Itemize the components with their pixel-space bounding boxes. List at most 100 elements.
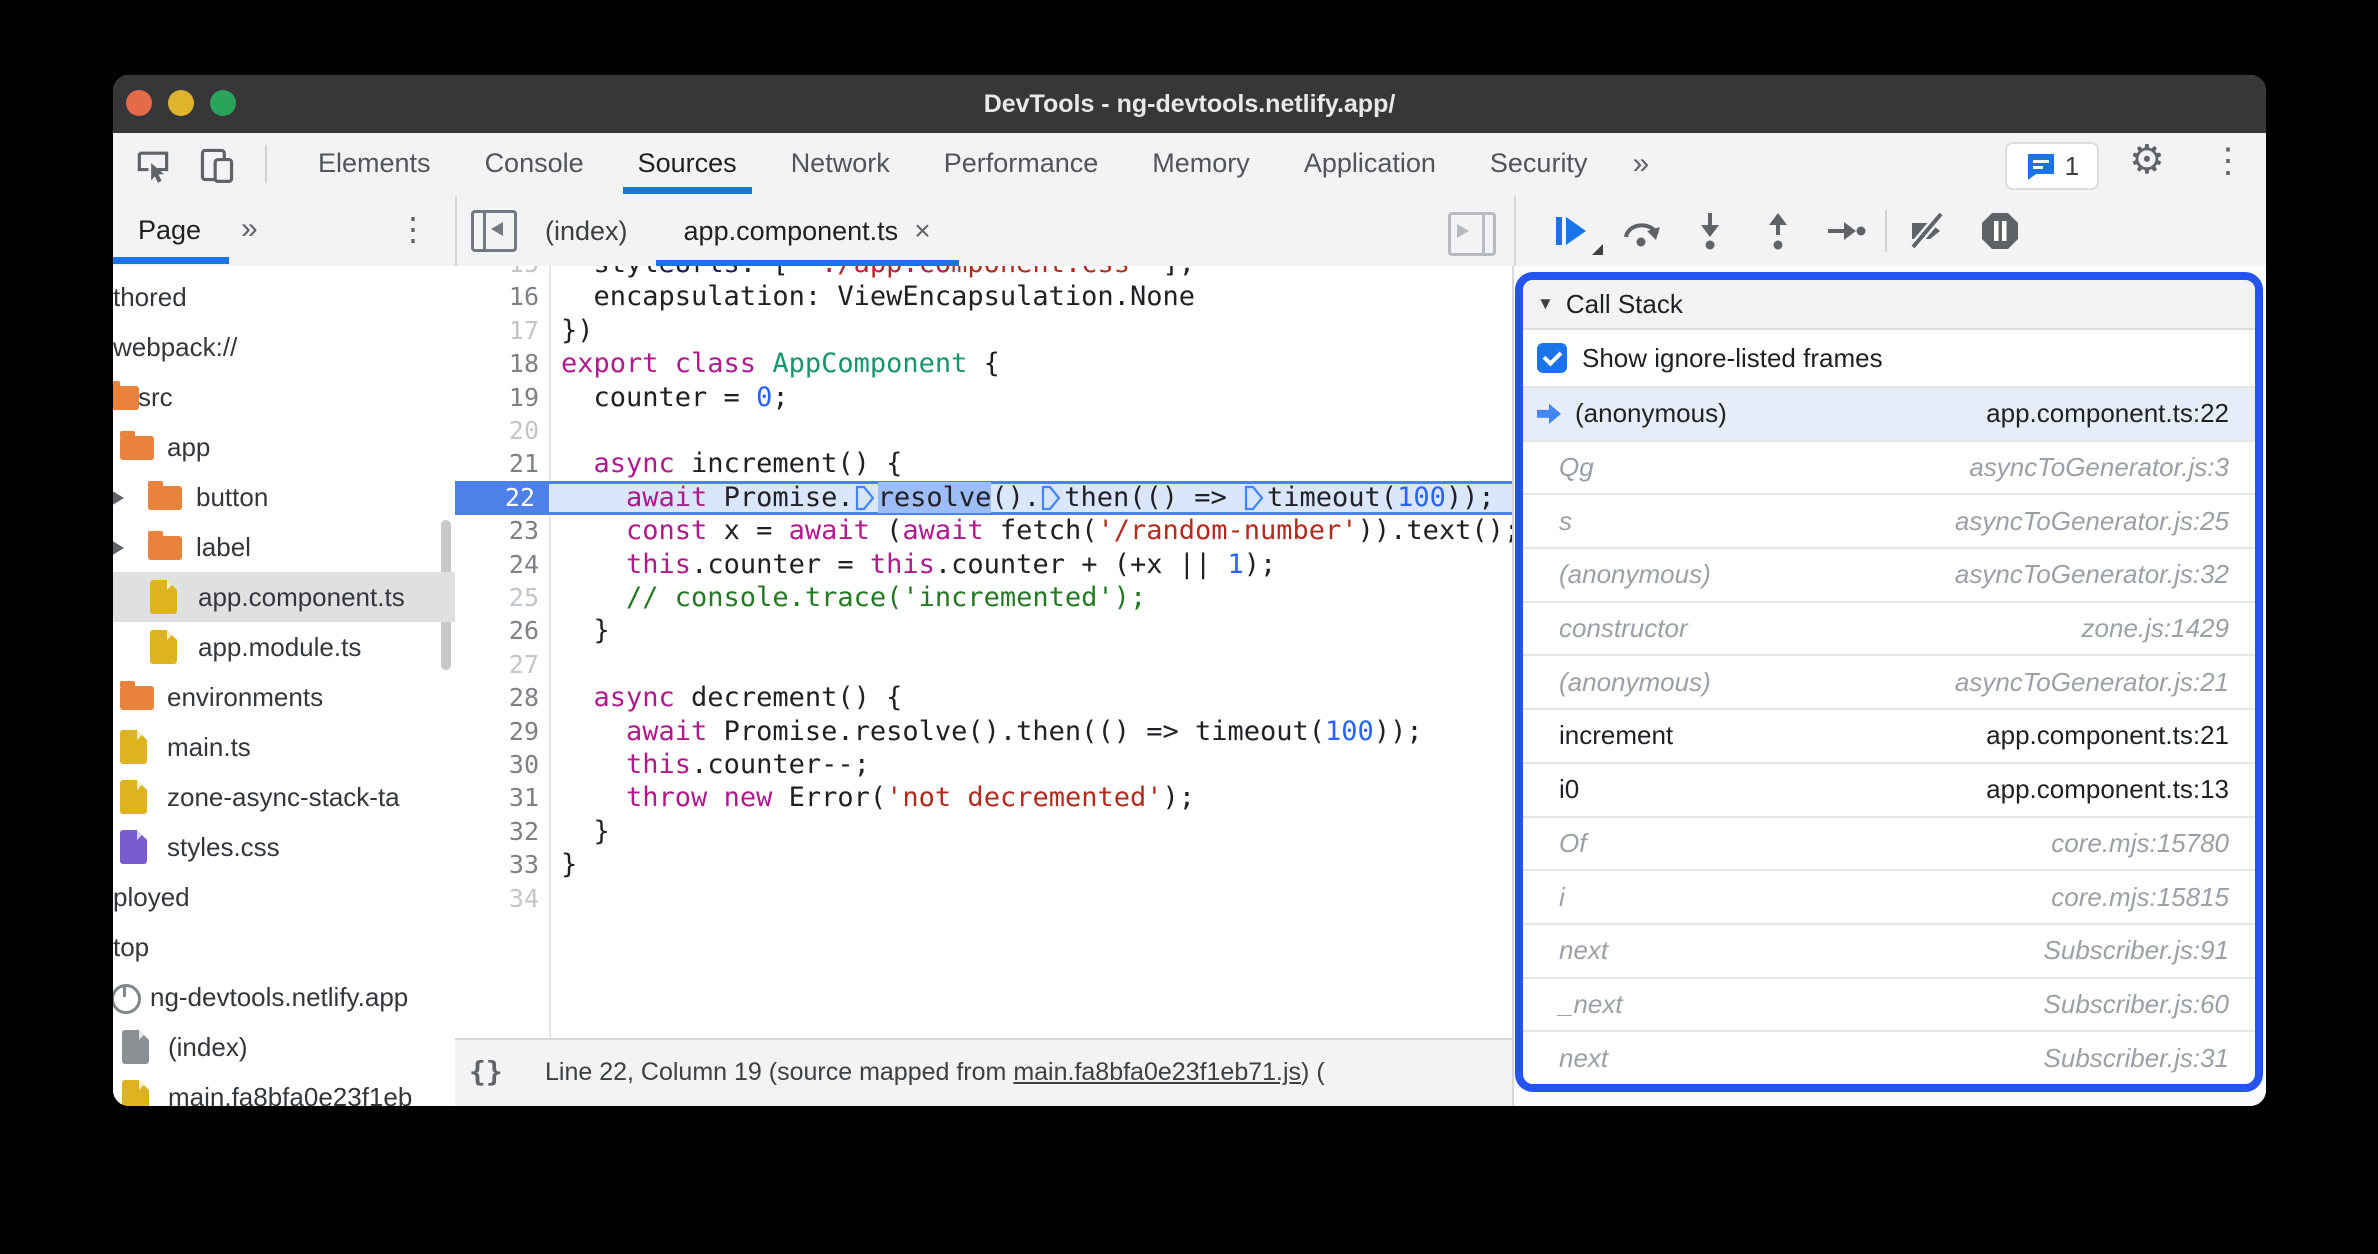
pause-on-exceptions-icon[interactable] xyxy=(1978,209,2022,253)
stack-frame[interactable]: i core.mjs:15815 xyxy=(1523,871,2255,925)
tree-item-ngdevtools.netlify.app[interactable]: ng-devtools.netlify.app xyxy=(113,972,455,1022)
settings-gear-icon[interactable]: ⚙ xyxy=(2129,137,2165,183)
line-number[interactable]: 29 xyxy=(455,715,539,749)
resume-script-icon[interactable] xyxy=(1548,209,1592,253)
tree-item-main.fa8bfa0e23f1eb[interactable]: main.fa8bfa0e23f1eb xyxy=(113,1072,455,1106)
tab-sources[interactable]: Sources xyxy=(611,133,764,194)
frame-location[interactable]: app.component.ts:22 xyxy=(1986,398,2229,429)
tree-item-index[interactable]: (index) xyxy=(113,1022,455,1072)
close-tab-icon[interactable]: × xyxy=(914,215,930,246)
line-number[interactable]: 18 xyxy=(455,347,539,381)
deactivate-breakpoints-icon[interactable] xyxy=(1906,209,1950,253)
tree-item-app[interactable]: app xyxy=(113,422,455,472)
more-panels-icon[interactable]: » xyxy=(1632,133,1649,196)
line-number[interactable]: 20 xyxy=(455,414,539,448)
tree-item-zoneasyncstackta[interactable]: zone-async-stack-ta xyxy=(113,772,455,822)
line-number[interactable]: 21 xyxy=(455,447,539,481)
step-icon[interactable] xyxy=(1824,209,1868,253)
stack-frame[interactable]: Of core.mjs:15780 xyxy=(1523,818,2255,872)
frame-location[interactable]: app.component.ts:21 xyxy=(1986,720,2229,751)
async-step-marker-icon[interactable] xyxy=(1244,485,1264,517)
line-number[interactable]: 16 xyxy=(455,280,539,314)
stack-frame[interactable]: (anonymous) asyncToGenerator.js:32 xyxy=(1523,549,2255,603)
stack-frame[interactable]: s asyncToGenerator.js:25 xyxy=(1523,495,2255,550)
code-editor[interactable]: 15 styleUrls: [ './app.component.css' ],… xyxy=(455,266,1514,1040)
tree-item-label[interactable]: label xyxy=(113,522,455,572)
line-number[interactable]: 26 xyxy=(455,614,539,648)
issues-button[interactable]: 1 xyxy=(2005,142,2099,190)
frame-location[interactable]: Subscriber.js:91 xyxy=(2044,935,2229,966)
tree-item-app.module.ts[interactable]: app.module.ts xyxy=(113,622,455,672)
line-number[interactable]: 19 xyxy=(455,381,539,415)
editor-tab-index[interactable]: (index) xyxy=(517,197,656,265)
tree-item-src[interactable]: src xyxy=(113,372,455,422)
line-number[interactable]: 32 xyxy=(455,815,539,849)
frame-location[interactable]: asyncToGenerator.js:32 xyxy=(1955,559,2229,590)
stack-frame[interactable]: (anonymous) app.component.ts:22 xyxy=(1523,388,2255,442)
line-number[interactable]: 23 xyxy=(455,514,539,548)
stack-frame[interactable]: increment app.component.ts:21 xyxy=(1523,710,2255,764)
line-number[interactable]: 34 xyxy=(455,882,539,916)
stack-frame[interactable]: constructor zone.js:1429 xyxy=(1523,603,2255,657)
frame-location[interactable]: zone.js:1429 xyxy=(2082,613,2229,644)
line-number[interactable]: 24 xyxy=(455,548,539,582)
tree-item-main.ts[interactable]: main.ts xyxy=(113,722,455,772)
navigator-more-tabs-icon[interactable]: » xyxy=(241,196,258,264)
pretty-print-icon[interactable]: {} xyxy=(469,1040,503,1104)
line-number[interactable]: 27 xyxy=(455,648,539,682)
step-out-icon[interactable] xyxy=(1756,209,1800,253)
stack-frame[interactable]: Qg asyncToGenerator.js:3 xyxy=(1523,442,2255,496)
line-number[interactable]: 30 xyxy=(455,748,539,782)
source-map-link[interactable]: main.fa8bfa0e23f1eb71.js xyxy=(1013,1058,1301,1086)
tree-item-top[interactable]: top xyxy=(113,922,455,972)
frame-location[interactable]: Subscriber.js:60 xyxy=(2044,989,2229,1020)
frame-location[interactable]: Subscriber.js:31 xyxy=(2044,1043,2229,1074)
stack-frame[interactable]: next Subscriber.js:91 xyxy=(1523,925,2255,979)
tab-security[interactable]: Security xyxy=(1463,133,1615,194)
navigator-menu-icon[interactable]: ⋮ xyxy=(397,196,429,264)
tab-network[interactable]: Network xyxy=(764,133,917,194)
line-number[interactable]: 15 xyxy=(455,266,539,281)
tab-elements[interactable]: Elements xyxy=(291,133,458,194)
tree-item-button[interactable]: button xyxy=(113,472,455,522)
frame-location[interactable]: app.component.ts:13 xyxy=(1986,774,2229,805)
step-over-icon[interactable] xyxy=(1620,209,1664,253)
show-ignore-listed-checkbox[interactable] xyxy=(1537,343,1567,373)
stack-frame[interactable]: i0 app.component.ts:13 xyxy=(1523,764,2255,818)
disclosure-arrow-icon[interactable] xyxy=(113,540,124,556)
stack-frame[interactable]: (anonymous) asyncToGenerator.js:21 xyxy=(1523,656,2255,711)
frame-location[interactable]: asyncToGenerator.js:21 xyxy=(1955,667,2229,698)
tree-item-app.component.ts[interactable]: app.component.ts xyxy=(113,572,455,622)
tab-console[interactable]: Console xyxy=(458,133,611,194)
toggle-debugger-panel-icon[interactable] xyxy=(1448,212,1496,256)
resume-dropdown-icon[interactable] xyxy=(1592,244,1603,255)
line-number[interactable]: 31 xyxy=(455,781,539,815)
frame-location[interactable]: core.mjs:15780 xyxy=(2051,828,2229,859)
line-number[interactable]: 28 xyxy=(455,681,539,715)
tree-item-thored[interactable]: thored xyxy=(113,272,455,322)
stack-frame[interactable]: next Subscriber.js:31 xyxy=(1523,1032,2255,1084)
tab-page[interactable]: Page xyxy=(113,196,230,264)
editor-tab-app.component.ts[interactable]: app.component.ts × xyxy=(655,197,959,267)
line-number[interactable]: 33 xyxy=(455,848,539,882)
frame-location[interactable]: asyncToGenerator.js:25 xyxy=(1955,506,2229,537)
collapse-sidebar-icon[interactable] xyxy=(471,210,517,252)
tree-item-ployed[interactable]: ployed xyxy=(113,872,455,922)
more-options-icon[interactable]: ⋮ xyxy=(2211,141,2245,181)
line-number[interactable]: 17 xyxy=(455,314,539,348)
line-number[interactable]: 25 xyxy=(455,581,539,615)
tree-item-webpack[interactable]: webpack:// xyxy=(113,322,455,372)
async-step-marker-icon[interactable] xyxy=(1041,485,1061,517)
tab-memory[interactable]: Memory xyxy=(1125,133,1277,194)
frame-location[interactable]: asyncToGenerator.js:3 xyxy=(1969,452,2229,483)
disclosure-arrow-icon[interactable] xyxy=(113,490,124,506)
inspect-element-icon[interactable] xyxy=(133,145,173,185)
tab-application[interactable]: Application xyxy=(1277,133,1463,194)
tree-item-environments[interactable]: environments xyxy=(113,672,455,722)
step-into-icon[interactable] xyxy=(1688,209,1732,253)
tree-item-styles.css[interactable]: styles.css xyxy=(113,822,455,872)
frame-location[interactable]: core.mjs:15815 xyxy=(2051,882,2229,913)
device-toolbar-icon[interactable] xyxy=(197,145,237,185)
async-step-marker-icon[interactable] xyxy=(855,485,875,517)
stack-frame[interactable]: _next Subscriber.js:60 xyxy=(1523,979,2255,1033)
